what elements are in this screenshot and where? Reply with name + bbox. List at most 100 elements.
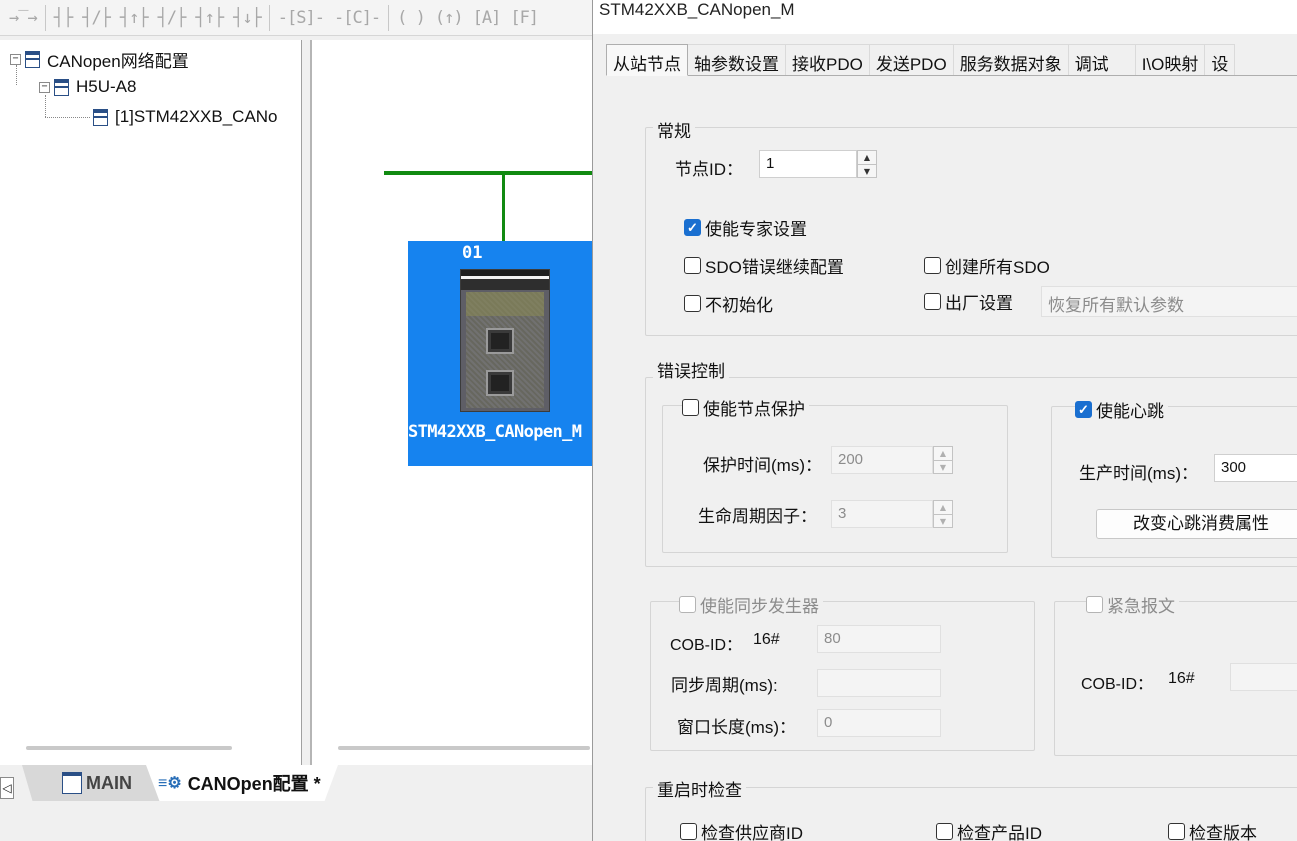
node-id-spinner[interactable]: ▲ ▼ [857,150,877,178]
check-vendor-id-checkbox[interactable]: 检查供应商ID [680,819,803,841]
can-bus-line [384,171,596,175]
tree-node-master[interactable]: − H5U-A8 [39,77,136,97]
life-factor-spinner[interactable]: ▲ ▼ [933,500,953,528]
tab-scroll-left-icon[interactable]: ◁ [0,777,14,799]
spin-up-icon[interactable]: ▲ [934,501,952,514]
tree-horizontal-scrollbar[interactable] [26,746,232,750]
restart-check-group-title: 重启时检查 [653,776,746,801]
checkbox-label: 使能同步发生器 [700,597,819,616]
function-a-icon[interactable]: [A] [468,8,506,28]
factory-settings-checkbox[interactable]: 出厂设置 [924,289,1013,314]
guard-time-spinner[interactable]: ▲ ▼ [933,446,953,474]
no-contact-icon[interactable]: ┤├ [49,8,77,28]
tab-sdo[interactable]: 服务数据对象 [953,44,1069,75]
node-guarding-checkbox[interactable]: 使能节点保护 [682,395,809,420]
function-f-icon[interactable]: [F] [505,8,543,28]
error-control-group-title: 错误控制 [653,357,729,382]
pulse-coil-icon[interactable]: (↑) [430,8,468,28]
producer-time-label: 生产时间(ms)： [1079,464,1198,483]
producer-time-input[interactable]: 300 [1214,454,1297,482]
checkbox-label: 不初始化 [705,296,773,315]
checkmark-icon: ✓ [1075,401,1092,418]
servo-drive-image [460,269,550,412]
life-factor-label: 生命周期因子： [698,507,817,526]
sync-period-label: 同步周期(ms): [671,676,778,695]
sync-generator-checkbox[interactable]: 使能同步发生器 [679,592,823,617]
slave-config-dialog: STM42XXB_CANopen_M 从站节点 轴参数设置 接收PDO 发送PD… [592,0,1297,841]
check-revision-checkbox[interactable]: 检查版本 [1168,819,1257,841]
emergency-cob-id-input[interactable] [1230,663,1297,691]
sync-hex-prefix: 16# [753,631,780,648]
emergency-checkbox[interactable]: 紧急报文 [1086,592,1179,617]
tree-node-slave[interactable]: [1]STM42XXB_CANo [93,107,278,127]
ladder-toolbar: →‾→ ┤├ ┤/├ ┤↑├ ┤/├ ┤↑├ ┤↓├ -[S]- -[C]-( ) (↑) [A][… [0,0,592,36]
tab-slave-node[interactable]: 从站节点 [606,44,688,76]
spin-up-icon[interactable]: ▲ [858,151,876,164]
network-tree-panel: − CANopen网络配置 − H5U-A8 [1]STM42XXB_CANo [0,40,302,765]
window-length-input[interactable]: 0 [817,709,941,737]
sync-cob-id-label: COB-ID： [670,637,743,654]
general-group-title: 常规 [653,117,695,142]
spin-down-icon[interactable]: ▼ [858,164,876,177]
tree-node-label: CANopen网络配置 [47,52,189,71]
checkmark-icon: ✓ [684,219,701,236]
guard-time-input[interactable]: 200 [831,446,933,474]
checkbox-label: 使能节点保护 [703,400,805,419]
node-guarding-group [662,405,1008,553]
checkbox-label: 检查供应商ID [701,824,803,841]
restore-defaults-select[interactable]: 恢复所有默认参数 [1041,286,1297,317]
dialog-tab-strip: 从站节点 轴参数设置 接收PDO 发送PDO 服务数据对象 调试 I\O映射 设 [606,44,1297,76]
ethernet-port-icon [486,328,514,354]
sync-cob-id-input[interactable]: 80 [817,625,941,653]
tab-transmit-pdo[interactable]: 发送PDO [869,44,954,75]
create-all-sdo-checkbox[interactable]: 创建所有SDO [924,253,1050,278]
toolbar-separator [44,4,46,31]
tab-io-mapping[interactable]: I\O映射 [1135,44,1206,75]
node-id-input[interactable]: 1 [759,150,857,178]
nc-contact-icon[interactable]: ┤/├ [153,8,191,28]
checkbox-label: 使能心跳 [1096,402,1164,421]
heartbeat-consumer-button[interactable]: 改变心跳消费属性 [1096,509,1297,539]
tab-canopen-config[interactable]: ≡⚙ CANOpen配置 * [146,765,338,801]
checkbox-label: 使能专家设置 [705,220,807,239]
tree-node-label: H5U-A8 [76,77,137,96]
tab-axis-params[interactable]: 轴参数设置 [688,44,786,75]
coil-icon[interactable]: ( ) [392,8,430,28]
life-factor-input[interactable]: 3 [831,500,933,528]
heartbeat-checkbox[interactable]: ✓ 使能心跳 [1075,397,1168,422]
gear-icon: ≡⚙ [158,775,182,792]
slave-device-icon [93,108,108,126]
plc-icon [54,78,69,96]
sdo-error-continue-checkbox[interactable]: SDO错误继续配置 [684,253,844,278]
tab-debug[interactable]: 调试 [1068,44,1136,75]
device-label: STM42XXB_CANopen_M [408,422,582,442]
no-init-checkbox[interactable]: 不初始化 [684,291,773,316]
checkbox-label: 创建所有SDO [945,258,1050,277]
spin-down-icon[interactable]: ▼ [934,514,952,527]
spin-down-icon[interactable]: ▼ [934,460,952,473]
slave-device-block[interactable]: 01 STM42XXB_CANopen_M [408,241,596,466]
window-length-label: 窗口长度(ms)： [677,718,796,737]
tree-node-canopen-network[interactable]: − CANopen网络配置 [10,47,189,72]
expert-settings-checkbox[interactable]: ✓ 使能专家设置 [684,215,807,240]
collapse-icon[interactable]: − [39,81,50,93]
output-link-icon[interactable]: →‾→ [4,8,42,28]
nc-contact-icon[interactable]: ┤/├ [77,8,115,28]
canvas-horizontal-scrollbar[interactable] [338,746,590,750]
program-icon [62,772,82,794]
tab-settings[interactable]: 设 [1205,44,1236,75]
checkbox-label: 紧急报文 [1107,597,1175,616]
collapse-icon[interactable]: − [10,54,21,65]
rising-edge-icon[interactable]: ┤↑├ [190,8,228,28]
counter-icon[interactable]: -[C]- [329,8,385,28]
spin-up-icon[interactable]: ▲ [934,447,952,460]
rising-contact-icon[interactable]: ┤↑├ [115,8,153,28]
sync-period-input[interactable] [817,669,941,697]
checkbox-label: 出厂设置 [945,294,1013,313]
checkbox-label: 检查版本 [1189,824,1257,841]
tab-label: CANOpen配置 * [187,774,321,794]
tab-receive-pdo[interactable]: 接收PDO [786,44,870,75]
set-coil-icon[interactable]: -[S]- [273,8,329,28]
check-product-id-checkbox[interactable]: 检查产品ID [936,819,1042,841]
falling-edge-icon[interactable]: ┤↓├ [228,8,266,28]
